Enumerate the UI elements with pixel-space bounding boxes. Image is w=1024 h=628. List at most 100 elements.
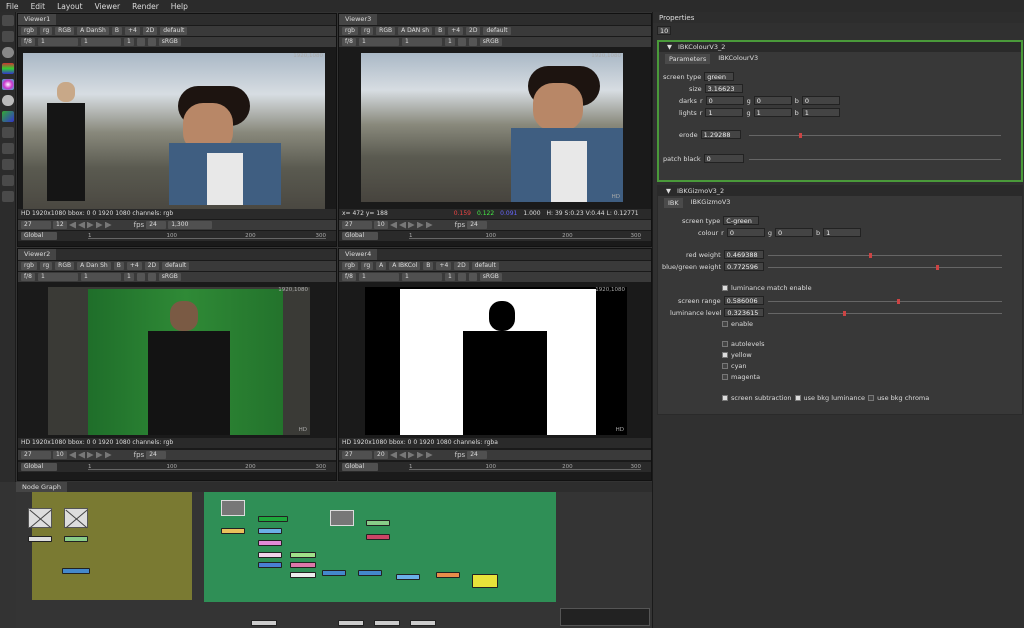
gain[interactable]: +4 <box>448 27 464 35</box>
node[interactable] <box>258 528 282 534</box>
darks-b-field[interactable]: 0 <box>801 96 840 105</box>
input-a[interactable]: A DAN sh <box>398 27 433 35</box>
pause-icon[interactable] <box>147 38 156 46</box>
node[interactable] <box>436 572 460 578</box>
lut-select[interactable]: default <box>471 262 499 270</box>
lut-select[interactable]: default <box>162 262 190 270</box>
node[interactable] <box>258 552 282 558</box>
lights-g-field[interactable]: 1 <box>753 108 792 117</box>
pause-icon[interactable] <box>468 273 477 281</box>
slider-knob[interactable] <box>868 253 872 258</box>
write-node[interactable] <box>338 620 364 626</box>
colorspace-select[interactable]: sRGB <box>158 38 181 46</box>
lights-b-field[interactable]: 1 <box>801 108 840 117</box>
timeline[interactable]: Global 1 100 200 300 <box>18 462 336 472</box>
input-a[interactable]: A IBKCol <box>389 262 421 270</box>
tab-parameters[interactable]: Parameters <box>665 54 711 64</box>
darks-r-field[interactable]: 0 <box>705 96 744 105</box>
views-tool-icon[interactable] <box>2 175 14 186</box>
stop-icon[interactable] <box>86 221 94 229</box>
timeline-ruler[interactable]: 1 100 200 300 <box>409 464 641 470</box>
fstop[interactable]: f/8 <box>21 273 35 281</box>
play-forward-icon[interactable] <box>104 221 112 229</box>
slider-knob[interactable] <box>896 299 900 304</box>
play-frame[interactable]: 20 <box>374 451 388 459</box>
colorspace-select[interactable]: sRGB <box>479 38 502 46</box>
gain[interactable]: +4 <box>436 262 452 270</box>
tab-ibkcolour[interactable]: IBKColourV3 <box>718 54 758 64</box>
red-weight-slider[interactable] <box>768 253 1002 258</box>
write-node[interactable] <box>410 620 436 626</box>
view-mode[interactable]: 2D <box>454 262 469 270</box>
screen-range-field[interactable]: 0.586006 <box>723 296 764 305</box>
prev-frame-icon[interactable] <box>78 452 85 459</box>
current-frame[interactable]: 27 <box>342 221 372 229</box>
input-b[interactable]: B <box>423 262 434 270</box>
viewer-image[interactable]: 1920,1080 HD <box>23 53 325 218</box>
timeline-ruler[interactable]: 1 100 200 300 <box>409 233 641 239</box>
slider-knob[interactable] <box>799 133 803 138</box>
node-graph[interactable] <box>16 482 652 628</box>
scope-select[interactable]: Global <box>342 463 378 471</box>
bg-weight-field[interactable]: 0.772596 <box>724 262 764 271</box>
play-frame[interactable]: 12 <box>53 221 67 229</box>
lut-select[interactable]: default <box>483 27 511 35</box>
transform-tool-icon[interactable] <box>2 143 14 154</box>
next-frame-icon[interactable] <box>416 221 424 229</box>
channel-select[interactable]: rgb <box>21 27 37 35</box>
screen-type-select[interactable]: green <box>704 72 735 81</box>
viewer-tab[interactable]: Viewer2 <box>18 249 57 260</box>
filter-tool-icon[interactable] <box>2 95 14 106</box>
next-frame-icon[interactable] <box>95 451 103 459</box>
channel-select[interactable]: rgb <box>342 27 358 35</box>
viewer-image[interactable]: 1920,1080 HD <box>48 287 310 435</box>
view-mode[interactable]: 2D <box>144 262 160 270</box>
node[interactable] <box>366 534 390 540</box>
node[interactable] <box>258 540 282 546</box>
node[interactable] <box>290 562 316 568</box>
merge-node[interactable] <box>62 568 90 574</box>
menu-render[interactable]: Render <box>126 2 165 11</box>
channel-select[interactable]: rgb <box>21 262 37 270</box>
menu-file[interactable]: File <box>0 2 25 11</box>
magenta-checkbox[interactable] <box>722 374 728 380</box>
menu-edit[interactable]: Edit <box>25 2 52 11</box>
play-backward-icon[interactable] <box>390 452 397 459</box>
viewer-tab[interactable]: Viewer1 <box>18 14 57 25</box>
display-channel[interactable]: RGB <box>55 262 75 270</box>
stop-icon[interactable] <box>407 451 415 459</box>
input-b[interactable]: B <box>435 27 446 35</box>
backdrop-olive[interactable] <box>32 490 192 600</box>
view-mode[interactable]: 2D <box>466 27 481 35</box>
viewer-tab[interactable]: Viewer4 <box>339 249 378 260</box>
proxy-field[interactable]: 1 <box>444 273 455 281</box>
proxy-field[interactable]: 1 <box>444 38 455 46</box>
color-tool-icon[interactable] <box>2 79 14 90</box>
gain[interactable]: +4 <box>126 262 142 270</box>
node-name[interactable]: IBKGizmoV3_2 <box>677 187 724 195</box>
erode-field[interactable]: 1.29288 <box>700 130 741 139</box>
roi-icon[interactable] <box>136 273 145 281</box>
play-frame[interactable]: 10 <box>374 221 388 229</box>
proxy-field[interactable]: 1 <box>123 38 134 46</box>
paint-tool-icon[interactable] <box>2 31 14 42</box>
node[interactable] <box>64 536 88 542</box>
bg-weight-slider[interactable] <box>768 265 1002 270</box>
enable-checkbox[interactable] <box>722 321 728 327</box>
merge-node[interactable] <box>358 570 382 576</box>
node[interactable] <box>290 552 316 558</box>
frame-field[interactable]: 1 <box>358 38 399 46</box>
menu-viewer[interactable]: Viewer <box>89 2 127 11</box>
frame-field[interactable]: 1 <box>358 273 399 281</box>
node[interactable] <box>221 528 245 534</box>
roi-icon[interactable] <box>457 273 466 281</box>
roi-icon[interactable] <box>457 38 466 46</box>
read-node-thumbnail[interactable] <box>221 500 245 516</box>
screen-range-slider[interactable] <box>768 299 1002 304</box>
input-b[interactable]: B <box>111 27 122 35</box>
3d-tool-icon[interactable] <box>2 159 14 170</box>
current-frame[interactable]: 27 <box>21 221 51 229</box>
node-name[interactable]: IBKColourV3_2 <box>678 43 725 51</box>
size-field[interactable]: 3.16623 <box>704 84 743 93</box>
fstop[interactable]: f/8 <box>342 273 356 281</box>
